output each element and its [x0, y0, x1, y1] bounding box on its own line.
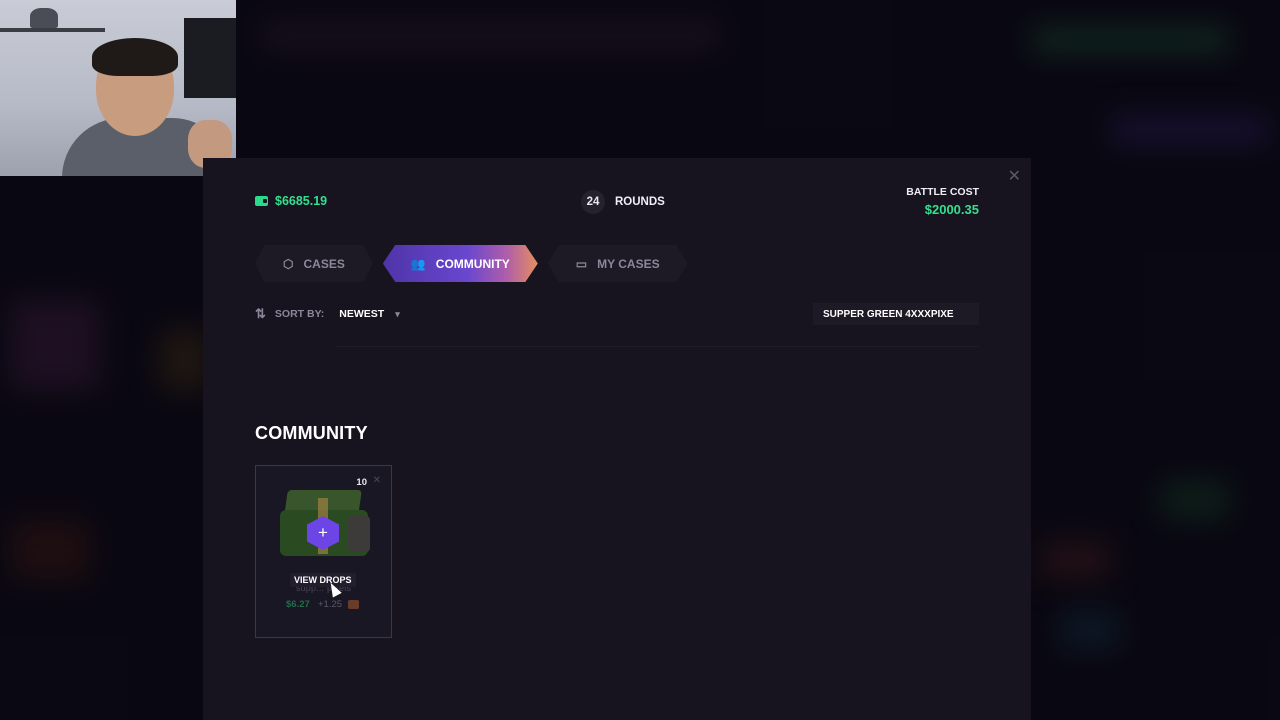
sort-value[interactable]: NEWEST: [339, 308, 384, 320]
folder-icon: ▭: [575, 256, 588, 271]
view-drops-button[interactable]: VIEW DROPS: [290, 573, 356, 587]
tab-cases[interactable]: ⬡ CASES: [255, 245, 373, 282]
users-icon: 👥: [410, 256, 426, 271]
crate-side: [348, 516, 370, 552]
rounds-count: 24: [581, 190, 605, 214]
tab-cases-label: CASES: [303, 256, 345, 271]
chevron-down-icon[interactable]: ▾: [395, 309, 400, 320]
tab-community-label: COMMUNITY: [435, 256, 510, 271]
sort-control[interactable]: ⇅ SORT BY: NEWEST ▾: [255, 306, 400, 322]
battle-cost-value: $2000.35: [924, 202, 979, 217]
case-tabs: ⬡ CASES 👥 COMMUNITY ▭ MY CASES: [255, 245, 688, 282]
section-title: COMMUNITY: [255, 423, 368, 443]
rounds-display: 24 ROUNDS: [581, 190, 665, 214]
close-icon[interactable]: ✕: [1008, 166, 1021, 186]
add-case-modal: ✕ $6685.19 24 ROUNDS BATTLE COST $2000.3…: [203, 158, 1031, 720]
coin-icon: [348, 600, 359, 609]
sort-label: SORT BY:: [274, 308, 325, 320]
webcam-overlay: [0, 0, 236, 176]
tab-my-cases[interactable]: ▭ MY CASES: [547, 245, 688, 282]
case-extra-value: +1.25: [318, 599, 343, 610]
battle-cost: BATTLE COST $2000.35: [906, 186, 979, 217]
balance-display: $6685.19: [255, 194, 327, 208]
search-input[interactable]: [813, 303, 979, 325]
remove-icon[interactable]: ✕: [373, 475, 381, 486]
battle-cost-label: BATTLE COST: [906, 186, 979, 198]
webcam-person-hair: [92, 38, 178, 76]
rounds-label: ROUNDS: [615, 196, 665, 208]
sort-icon: ⇅: [255, 306, 266, 321]
plus-icon: +: [318, 523, 328, 542]
balance-value: $6685.19: [275, 194, 328, 208]
webcam-figurine: [30, 8, 58, 28]
webcam-shelf: [0, 28, 105, 32]
case-quantity: 10: [356, 477, 367, 488]
tab-my-cases-label: MY CASES: [597, 256, 660, 271]
case-card[interactable]: 10 ✕ + supp... pixels VIEW DROPS $6.27 +…: [255, 465, 392, 638]
divider: [335, 346, 979, 347]
case-price: $6.27: [286, 599, 310, 610]
tab-community[interactable]: 👥 COMMUNITY: [382, 245, 538, 282]
wallet-icon: [255, 196, 268, 206]
webcam-tv: [184, 18, 236, 98]
box-icon: ⬡: [283, 256, 294, 271]
